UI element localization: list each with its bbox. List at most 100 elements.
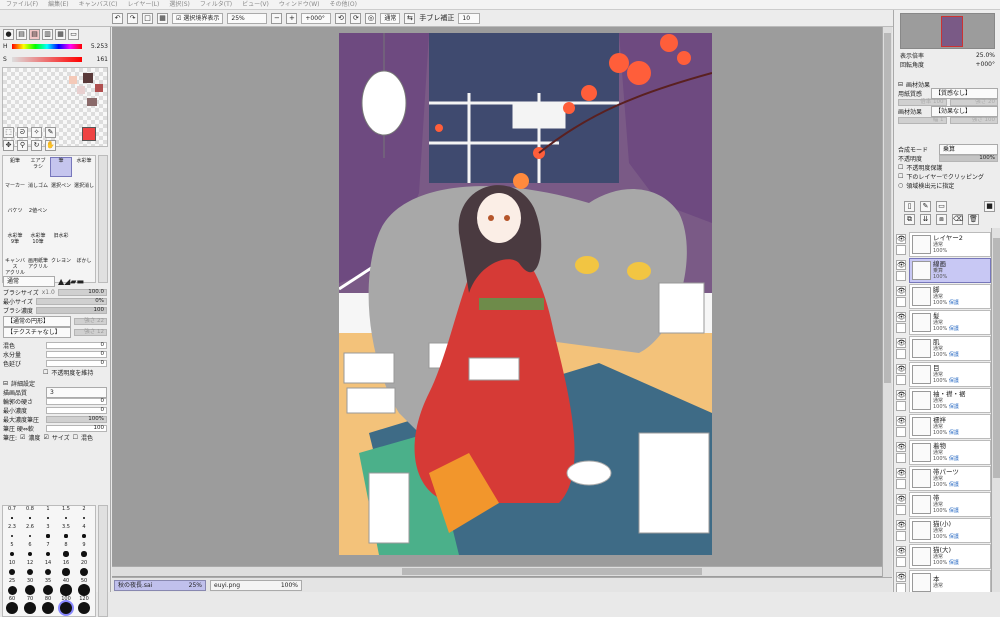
layer-row[interactable]: 肌通常 100% 保護: [909, 336, 991, 361]
magic-wand-icon[interactable]: ✧: [31, 127, 42, 138]
brush-size-mult[interactable]: x1.0: [42, 289, 55, 296]
zoom-out-icon[interactable]: −: [271, 12, 283, 24]
brush-shape-select[interactable]: 【通常の円形】: [3, 316, 71, 327]
layer-row[interactable]: 髪通常 100% 保護: [909, 310, 991, 335]
layer-lock-icon[interactable]: [896, 479, 906, 489]
brush-size-dot[interactable]: [78, 602, 90, 614]
color-mixer-icon[interactable]: ▥: [42, 29, 53, 40]
tool-button[interactable]: 水彩筆 10筆: [27, 232, 49, 252]
layer-row[interactable]: 猫(小) 通常 100% 保護: [909, 518, 991, 543]
tool-button[interactable]: クレヨン: [50, 257, 72, 277]
canvas-area[interactable]: [112, 27, 882, 577]
max-density-value[interactable]: 100%: [46, 416, 107, 423]
brush-size-dot[interactable]: [82, 534, 86, 538]
deselect-icon[interactable]: □: [142, 12, 153, 24]
new-linework-layer-icon[interactable]: ✎: [920, 201, 931, 212]
hand-icon[interactable]: ✋: [45, 140, 56, 151]
paper-texture-scale[interactable]: 倍率 100: [898, 99, 947, 106]
tool-button[interactable]: 鉛筆: [4, 157, 26, 177]
layer-row[interactable]: 帯通常 100% 保護: [909, 492, 991, 517]
layer-row[interactable]: 猫(大) 通常 100% 保護: [909, 544, 991, 569]
navigator[interactable]: [900, 13, 995, 49]
mix-value[interactable]: 0: [46, 342, 107, 349]
tool-button[interactable]: 選択消し: [73, 182, 95, 202]
tool-button[interactable]: [50, 207, 72, 227]
layer-row[interactable]: 着物 通常 100% 保護: [909, 440, 991, 465]
saturation-slider[interactable]: [12, 57, 82, 62]
brush-size-dot[interactable]: [64, 516, 68, 520]
layer-scroll-thumb[interactable]: [993, 238, 1000, 478]
layer-visibility-icon[interactable]: 👁: [896, 520, 906, 530]
menu-window[interactable]: ウィンドウ(W): [279, 0, 320, 9]
tool-button[interactable]: ぼかし: [73, 257, 95, 277]
rotate-tool-icon[interactable]: ↻: [31, 140, 42, 151]
brush-size-dot[interactable]: [82, 516, 86, 520]
tool-button[interactable]: [73, 207, 95, 227]
brush-size-dot[interactable]: [9, 569, 15, 575]
scratch-swatch[interactable]: [69, 76, 77, 84]
layer-row[interactable]: 目通常 100% 保護: [909, 362, 991, 387]
clear-layer-icon[interactable]: ⌫: [952, 214, 963, 225]
merge-visible-icon[interactable]: ⧈: [936, 214, 947, 225]
layer-visibility-icon[interactable]: 👁: [896, 286, 906, 296]
flip-icon[interactable]: ⇆: [404, 12, 416, 24]
brush-size-dot[interactable]: [24, 602, 36, 614]
layer-row[interactable]: 線画 乗算 100%: [909, 258, 991, 283]
layer-visibility-icon[interactable]: 👁: [896, 338, 906, 348]
quality-select[interactable]: 3: [46, 387, 107, 398]
layer-visibility-icon[interactable]: 👁: [896, 442, 906, 452]
new-layer-icon[interactable]: ▯: [904, 201, 915, 212]
layer-lock-icon[interactable]: [896, 531, 906, 541]
tool-button[interactable]: [73, 232, 95, 252]
tool-button[interactable]: バケツ: [4, 207, 26, 227]
hsv-slider-icon[interactable]: ▤: [29, 29, 40, 40]
brush-size-dot[interactable]: [64, 534, 68, 538]
brush-density-value[interactable]: 100: [35, 307, 107, 314]
brush-size-dot[interactable]: [46, 534, 50, 538]
eyedropper-icon[interactable]: ✎: [45, 127, 56, 138]
menu-file[interactable]: ファイル(F): [6, 0, 38, 9]
canvas-vertical-scrollbar[interactable]: [882, 27, 892, 577]
layer-visibility-icon[interactable]: 👁: [896, 468, 906, 478]
brush-size-dot[interactable]: [62, 568, 70, 576]
pressure-hardness-value[interactable]: 100: [46, 425, 107, 432]
brush-blend-select[interactable]: 通常: [3, 276, 55, 287]
menu-edit[interactable]: 編集(E): [48, 0, 68, 9]
layer-lock-icon[interactable]: [896, 401, 906, 411]
layer-opacity-value[interactable]: 100%: [939, 155, 998, 162]
layer-row[interactable]: 本通常: [909, 570, 991, 592]
layer-lock-icon[interactable]: [896, 349, 906, 359]
layer-row[interactable]: 帯パーツ 通常 100% 保護: [909, 466, 991, 491]
layer-menu-icon[interactable]: ■: [984, 201, 995, 212]
layer-row[interactable]: 袖・襟・裾 通常 100% 保護: [909, 388, 991, 413]
brush-size-dot[interactable]: [42, 584, 54, 596]
layer-row[interactable]: 脚通常 100% 保護: [909, 284, 991, 309]
pressure-size-checkbox[interactable]: ☑: [43, 434, 48, 441]
layer-lock-icon[interactable]: [896, 505, 906, 515]
brush-size-dot[interactable]: [60, 602, 72, 614]
collapse-icon[interactable]: ⊟: [898, 81, 903, 88]
layer-visibility-icon[interactable]: 👁: [896, 364, 906, 374]
zoom-icon[interactable]: ⚲: [17, 140, 28, 151]
menu-select[interactable]: 選択(S): [169, 0, 190, 9]
brush-size-dot[interactable]: [28, 534, 32, 538]
brush-size-dot[interactable]: [9, 551, 14, 556]
collapse-icon[interactable]: ⊟: [3, 380, 8, 387]
layer-visibility-icon[interactable]: 👁: [896, 234, 906, 244]
brush-size-dot[interactable]: [25, 585, 35, 595]
zoom-select[interactable]: 25%: [227, 12, 268, 24]
water-value[interactable]: 0: [46, 351, 107, 358]
color-wheel-icon[interactable]: ●: [3, 29, 14, 40]
selection-outline-toggle[interactable]: ☑ 選択境界表示: [172, 12, 224, 24]
scratchpad-icon[interactable]: ▭: [68, 29, 79, 40]
tool-button[interactable]: 旧水彩: [50, 232, 72, 252]
brush-effect-strength[interactable]: 強さ 100: [949, 117, 998, 124]
brush-size-value[interactable]: 100.0: [57, 289, 107, 296]
brush-size-dot[interactable]: [60, 584, 72, 596]
lasso-icon[interactable]: ᘐ: [17, 127, 28, 138]
brush-size-dot[interactable]: [7, 585, 17, 595]
menu-filter[interactable]: フィルタ(T): [200, 0, 232, 9]
rgb-slider-icon[interactable]: ▤: [16, 29, 27, 40]
layer-lock-icon[interactable]: [896, 453, 906, 463]
brush-tip-shape-icons[interactable]: ▲◢▰▬: [58, 277, 84, 286]
